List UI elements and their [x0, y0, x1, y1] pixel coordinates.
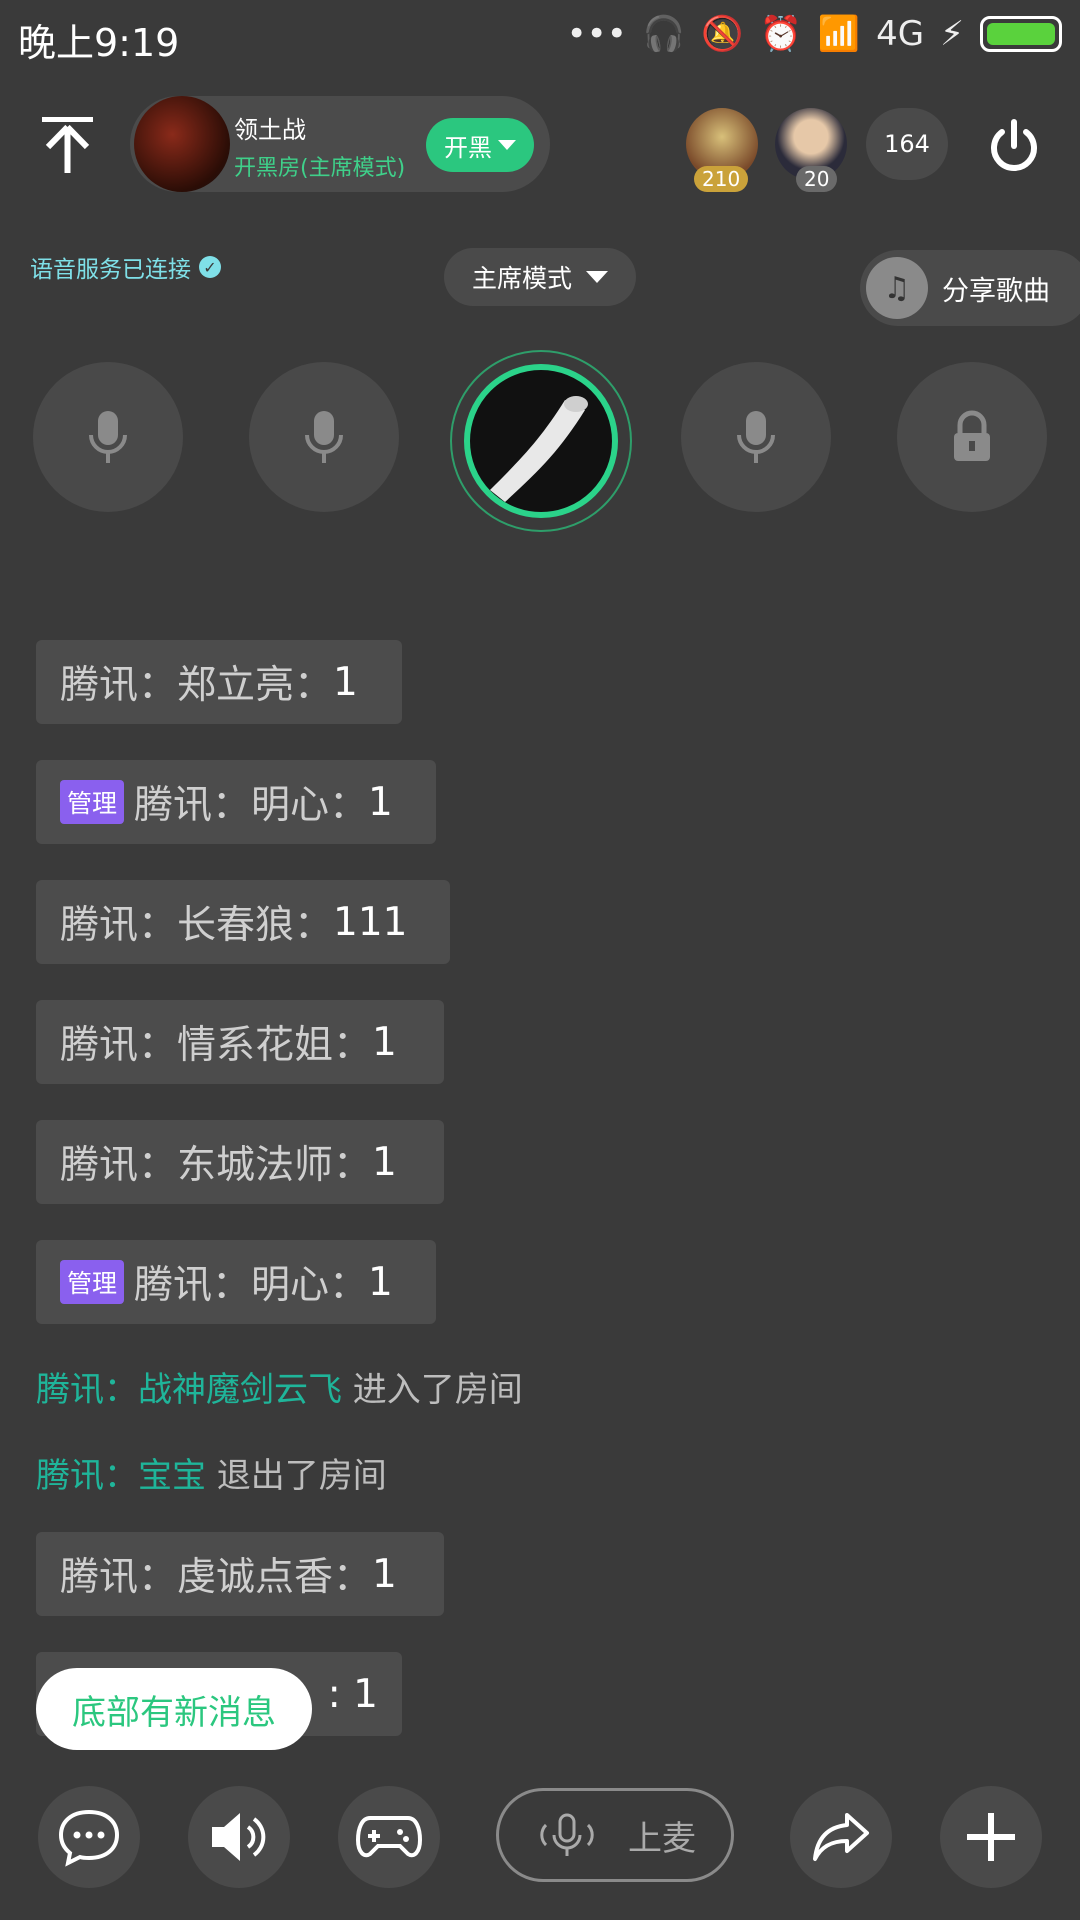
system-message: 腾讯：战神魔剑云飞 进入了房间 [36, 1362, 523, 1411]
room-logo [134, 96, 230, 192]
kaihei-label: 开黑 [444, 133, 492, 162]
kaihei-button[interactable]: 开黑 [426, 118, 534, 172]
share-song-button[interactable]: ♫ 分享歌曲 [860, 250, 1080, 326]
chevron-down-icon [498, 140, 516, 150]
microphone-icon [737, 411, 775, 463]
system-message: 腾讯：宝宝 退出了房间 [36, 1448, 387, 1497]
mic-seat[interactable] [249, 362, 399, 512]
chat-message: 腾讯：东城法师： 1 [36, 1120, 444, 1204]
mode-label: 主席模式 [471, 264, 572, 293]
message-text: 腾讯：长春狼： [60, 903, 334, 948]
join-mic-label: 上麦 [628, 1818, 696, 1859]
message-value: 1 [368, 1259, 393, 1305]
room-title: 领土战 [234, 116, 306, 144]
admin-tag: 管理 [60, 1260, 125, 1304]
microphone-wave-icon [540, 1813, 594, 1856]
admin-tag: 管理 [60, 780, 125, 824]
voice-status-label: 语音服务已连接 [30, 257, 191, 283]
chat-message: 腾讯：情系花姐： 1 [36, 1000, 444, 1084]
message-value: : 1 [327, 1671, 378, 1717]
message-text: 腾讯：情系花姐： [60, 1023, 373, 1068]
power-icon[interactable] [986, 118, 1042, 174]
status-time: 晚上9:19 [18, 21, 180, 65]
locked-seat[interactable] [897, 362, 1047, 512]
chevron-down-icon [586, 271, 608, 283]
more-icon: ••• [566, 14, 627, 54]
status-icons: ••• 🎧 🔕 ⏰ 📶 4G ⚡ [567, 14, 1062, 54]
message-value: 1 [368, 779, 393, 825]
message-text: 腾讯：虔诚点香： [60, 1555, 373, 1600]
battery-icon [980, 16, 1062, 52]
microphone-icon [89, 411, 127, 463]
music-note-icon: ♫ [866, 257, 928, 319]
mic-seat[interactable] [681, 362, 831, 512]
avatar-badge: 20 [796, 166, 838, 192]
chat-message: 管理 腾讯：明心： 1 [36, 1240, 436, 1324]
message-text: 腾讯：明心： [134, 783, 369, 828]
share-button[interactable] [790, 1786, 892, 1888]
minimize-icon[interactable] [40, 115, 95, 175]
chat-message: 腾讯：虔诚点香： 1 [36, 1532, 444, 1616]
chat-message: 管理 腾讯：明心： 1 [36, 760, 436, 844]
message-value: 1 [372, 1019, 397, 1065]
message-value: 111 [333, 899, 408, 945]
system-user[interactable]: 腾讯：宝宝 [36, 1456, 206, 1496]
network-label: 4G [876, 14, 925, 54]
host-seat[interactable] [450, 350, 632, 532]
room-subtitle: 开黑房(主席模式) [234, 156, 406, 181]
mic-seat[interactable] [33, 362, 183, 512]
headphone-icon: 🎧 [642, 14, 686, 54]
message-value: 1 [333, 659, 358, 705]
share-arrow-icon [813, 1813, 869, 1861]
microphone-icon [305, 411, 343, 463]
online-count[interactable]: 164 [866, 108, 948, 180]
check-icon: ✓ [199, 256, 221, 278]
room-info-card[interactable]: 领土战 开黑房(主席模式) 开黑 [130, 96, 550, 192]
message-value: 1 [372, 1139, 397, 1185]
system-action: 退出了房间 [206, 1456, 387, 1496]
voice-status: 语音服务已连接 ✓ [30, 250, 221, 284]
host-avatar [464, 364, 618, 518]
chat-message: 腾讯：郑立亮： 1 [36, 640, 402, 724]
plus-icon [967, 1813, 1015, 1861]
charging-icon: ⚡ [940, 14, 964, 54]
speaker-icon [212, 1813, 266, 1861]
speaker-button[interactable] [188, 1786, 290, 1888]
avatar-badge: 210 [694, 166, 749, 192]
message-text: 腾讯：东城法师： [60, 1143, 373, 1188]
message-text: 腾讯：明心： [134, 1263, 369, 1308]
system-user[interactable]: 腾讯：战神魔剑云飞 [36, 1370, 342, 1410]
chat-button[interactable] [38, 1786, 140, 1888]
gamepad-icon [356, 1816, 422, 1858]
system-action: 进入了房间 [342, 1370, 523, 1410]
message-text: 腾讯：郑立亮： [60, 663, 334, 708]
mode-dropdown[interactable]: 主席模式 [444, 248, 636, 306]
mute-icon: 🔕 [701, 14, 744, 54]
chat-bubble-icon [58, 1809, 120, 1867]
wifi-icon: 📶 [817, 14, 861, 54]
message-value: 1 [372, 1551, 397, 1597]
game-button[interactable] [338, 1786, 440, 1888]
alarm-icon: ⏰ [759, 14, 802, 54]
join-mic-button[interactable]: 上麦 [496, 1788, 734, 1882]
share-song-label: 分享歌曲 [942, 275, 1050, 307]
new-message-button[interactable]: 底部有新消息 [36, 1668, 312, 1750]
more-button[interactable] [940, 1786, 1042, 1888]
status-bar: 晚上9:19 ••• 🎧 🔕 ⏰ 📶 4G ⚡ [0, 0, 1080, 72]
chat-message: 腾讯：长春狼： 111 [36, 880, 450, 964]
lock-icon [954, 410, 990, 461]
